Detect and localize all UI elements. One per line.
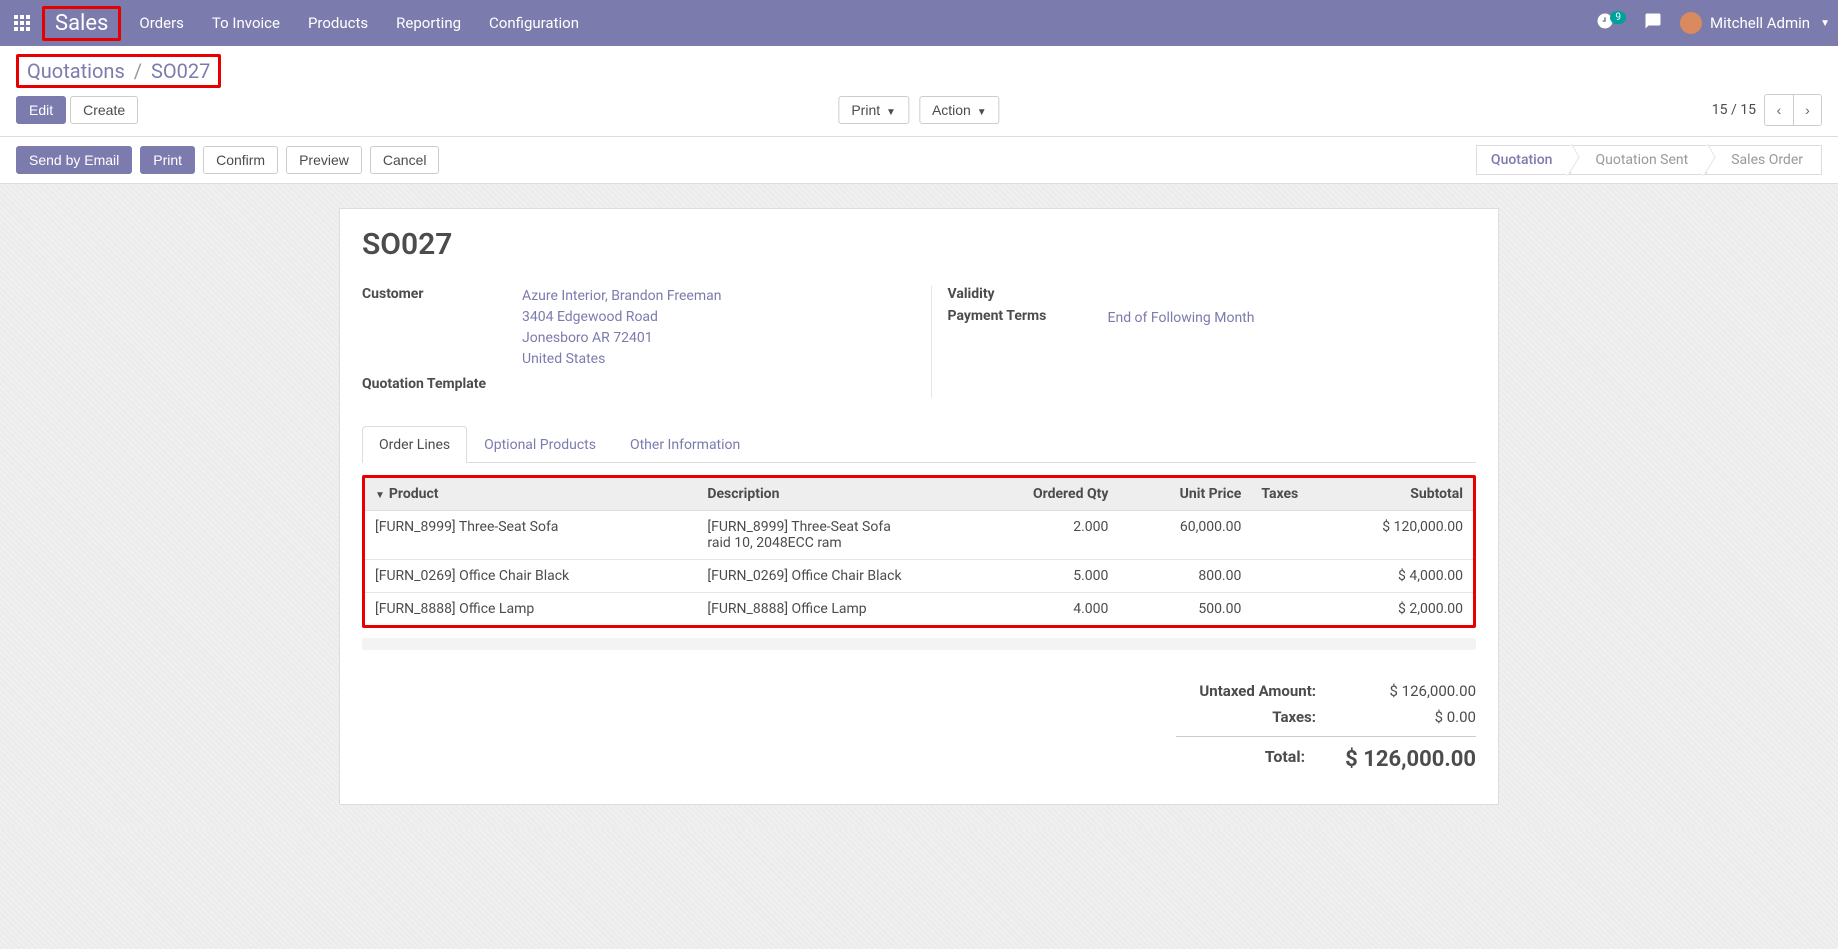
chevron-down-icon: ▼ — [1820, 18, 1830, 29]
nav-products[interactable]: Products — [308, 14, 368, 32]
breadcrumb: Quotations / SO027 — [27, 59, 210, 83]
status-bar: Send by Email Print Confirm Preview Canc… — [0, 137, 1838, 184]
table-scrollbar[interactable] — [362, 638, 1476, 650]
create-button[interactable]: Create — [70, 96, 138, 124]
taxes-value: $ 0.00 — [1356, 708, 1476, 726]
nav-to-invoice[interactable]: To Invoice — [212, 14, 280, 32]
taxes-label: Taxes: — [1176, 708, 1316, 726]
customer-value[interactable]: Azure Interior, Brandon Freeman 3404 Edg… — [522, 286, 721, 370]
document-title: SO027 — [362, 227, 1476, 262]
edit-button[interactable]: Edit — [16, 96, 66, 124]
status-steps: Quotation Quotation Sent Sales Order — [1477, 145, 1822, 175]
chat-icon[interactable] — [1644, 12, 1662, 34]
send-email-button[interactable]: Send by Email — [16, 146, 132, 174]
status-sales-order[interactable]: Sales Order — [1706, 145, 1822, 175]
tabs: Order Lines Optional Products Other Info… — [362, 426, 1476, 463]
tab-other-info[interactable]: Other Information — [613, 426, 757, 463]
cell-description: [FURN_8999] Three-Seat Sofaraid 10, 2048… — [697, 511, 985, 560]
cell-qty: 4.000 — [985, 593, 1118, 626]
breadcrumb-highlight: Quotations / SO027 — [16, 54, 221, 88]
cell-product: [FURN_0269] Office Chair Black — [365, 560, 697, 593]
template-label: Quotation Template — [362, 376, 522, 392]
table-row[interactable]: [FURN_8888] Office Lamp[FURN_8888] Offic… — [365, 593, 1473, 626]
cell-subtotal: $ 4,000.00 — [1340, 560, 1473, 593]
validity-label: Validity — [948, 286, 1108, 302]
terms-label: Payment Terms — [948, 308, 1108, 324]
cell-description: [FURN_8888] Office Lamp — [697, 593, 985, 626]
nav-configuration[interactable]: Configuration — [489, 14, 579, 32]
breadcrumb-parent[interactable]: Quotations — [27, 59, 125, 83]
cancel-button[interactable]: Cancel — [370, 146, 440, 174]
nav-orders[interactable]: Orders — [139, 14, 184, 32]
breadcrumb-sep: / — [134, 59, 142, 83]
cell-price: 60,000.00 — [1118, 511, 1251, 560]
breadcrumb-current: SO027 — [151, 59, 210, 83]
print-dropdown[interactable]: Print ▼ — [838, 96, 909, 124]
cell-price: 500.00 — [1118, 593, 1251, 626]
cell-description: [FURN_0269] Office Chair Black — [697, 560, 985, 593]
avatar — [1680, 12, 1702, 34]
nav-reporting[interactable]: Reporting — [396, 14, 461, 32]
activity-badge: 9 — [1610, 11, 1626, 24]
status-quotation[interactable]: Quotation — [1476, 145, 1572, 175]
nav-right: 9 Mitchell Admin ▼ — [1596, 12, 1830, 34]
th-price: Unit Price — [1118, 478, 1251, 511]
pager-buttons: ‹ › — [1764, 94, 1822, 126]
nav-links: Orders To Invoice Products Reporting Con… — [139, 14, 579, 32]
print-button[interactable]: Print — [140, 146, 195, 174]
cell-qty: 2.000 — [985, 511, 1118, 560]
pager-prev[interactable]: ‹ — [1765, 95, 1793, 125]
cell-tax — [1251, 593, 1340, 626]
user-name: Mitchell Admin — [1710, 14, 1810, 32]
order-lines-highlight: ▼ Product Description Ordered Qty Unit Pr… — [362, 475, 1476, 628]
cell-subtotal: $ 120,000.00 — [1340, 511, 1473, 560]
customer-label: Customer — [362, 286, 522, 302]
pager-next[interactable]: › — [1793, 95, 1821, 125]
cell-qty: 5.000 — [985, 560, 1118, 593]
untaxed-label: Untaxed Amount: — [1176, 682, 1316, 700]
th-subtotal: Subtotal — [1340, 478, 1473, 511]
action-dropdown[interactable]: Action ▼ — [919, 96, 1000, 124]
apps-icon[interactable] — [8, 9, 36, 37]
th-description: Description — [697, 478, 985, 511]
totals: Untaxed Amount: $ 126,000.00 Taxes: $ 0.… — [362, 678, 1476, 776]
form-sheet: SO027 Customer Azure Interior, Brandon F… — [339, 208, 1499, 805]
app-brand[interactable]: Sales — [55, 11, 108, 36]
user-menu[interactable]: Mitchell Admin ▼ — [1680, 12, 1830, 34]
activity-indicator[interactable]: 9 — [1596, 12, 1626, 34]
total-label: Total: — [1176, 747, 1305, 772]
untaxed-value: $ 126,000.00 — [1356, 682, 1476, 700]
status-quotation-sent[interactable]: Quotation Sent — [1570, 145, 1707, 175]
control-bar: Quotations / SO027 Edit Create Print ▼ A… — [0, 46, 1838, 137]
tab-order-lines[interactable]: Order Lines — [362, 426, 467, 463]
cell-product: [FURN_8888] Office Lamp — [365, 593, 697, 626]
total-value: $ 126,000.00 — [1345, 747, 1476, 772]
table-row[interactable]: [FURN_8999] Three-Seat Sofa[FURN_8999] T… — [365, 511, 1473, 560]
tab-optional-products[interactable]: Optional Products — [467, 426, 613, 463]
preview-button[interactable]: Preview — [286, 146, 362, 174]
caret-down-icon[interactable]: ▼ — [375, 490, 385, 501]
cell-tax — [1251, 511, 1340, 560]
cell-product: [FURN_8999] Three-Seat Sofa — [365, 511, 697, 560]
confirm-button[interactable]: Confirm — [203, 146, 278, 174]
th-taxes: Taxes — [1251, 478, 1340, 511]
th-product: Product — [389, 486, 439, 502]
terms-value[interactable]: End of Following Month — [1108, 308, 1255, 329]
order-lines-table: ▼ Product Description Ordered Qty Unit Pr… — [365, 478, 1473, 625]
table-row[interactable]: [FURN_0269] Office Chair Black[FURN_0269… — [365, 560, 1473, 593]
cell-price: 800.00 — [1118, 560, 1251, 593]
th-qty: Ordered Qty — [985, 478, 1118, 511]
cell-tax — [1251, 560, 1340, 593]
pager-text: 15 / 15 — [1712, 102, 1756, 118]
brand-highlight: Sales — [42, 6, 121, 41]
top-nav: Sales Orders To Invoice Products Reporti… — [0, 0, 1838, 46]
cell-subtotal: $ 2,000.00 — [1340, 593, 1473, 626]
